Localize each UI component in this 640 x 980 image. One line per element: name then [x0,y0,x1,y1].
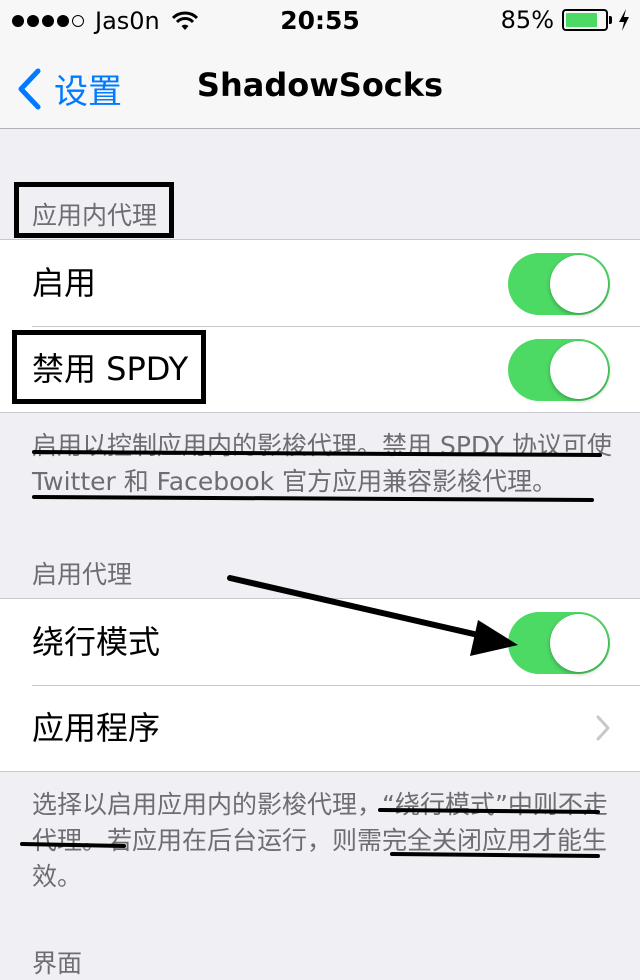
battery-icon [562,9,608,31]
toggle-knob [550,341,608,399]
status-right: 85% [501,6,630,34]
status-bar: Jas0n 20:55 85% [0,0,640,40]
applications-label: 应用程序 [32,709,161,747]
enable-label: 启用 [32,264,97,302]
bypass-mode-label: 绕行模式 [32,623,161,661]
section-header-enable-proxy: 启用代理 [32,560,133,589]
enable-toggle[interactable] [508,253,610,315]
enable-proxy-footer: 选择以启用应用内的影梭代理，“绕行模式”中则不走代理。若应用在后台运行，则需完全… [32,790,608,891]
enable-cell[interactable]: 启用 [0,240,640,326]
in-app-proxy-footer: 启用以控制应用内的影梭代理。禁用 SPDY 协议可使 Twitter 和 Fac… [32,431,612,496]
section-header-interface: 界面 [32,949,83,978]
page-title: ShadowSocks [196,66,444,104]
annotation-box-header [14,182,174,238]
disable-spdy-toggle[interactable] [508,339,610,401]
bypass-mode-toggle[interactable] [508,612,610,674]
annotation-box-spdy [12,330,206,404]
charging-bolt-icon [619,9,629,31]
battery-percent: 85% [500,6,554,34]
applications-cell[interactable]: 应用程序 [0,685,640,771]
chevron-right-icon [596,715,610,741]
navigation-bar: 设置 ShadowSocks [0,40,640,129]
toggle-knob [550,255,608,313]
bypass-mode-cell[interactable]: 绕行模式 [0,599,640,685]
battery-fill [566,13,597,27]
enable-proxy-group: 绕行模式 应用程序 [0,598,640,772]
battery-tip [609,16,612,24]
toggle-knob [550,614,608,672]
